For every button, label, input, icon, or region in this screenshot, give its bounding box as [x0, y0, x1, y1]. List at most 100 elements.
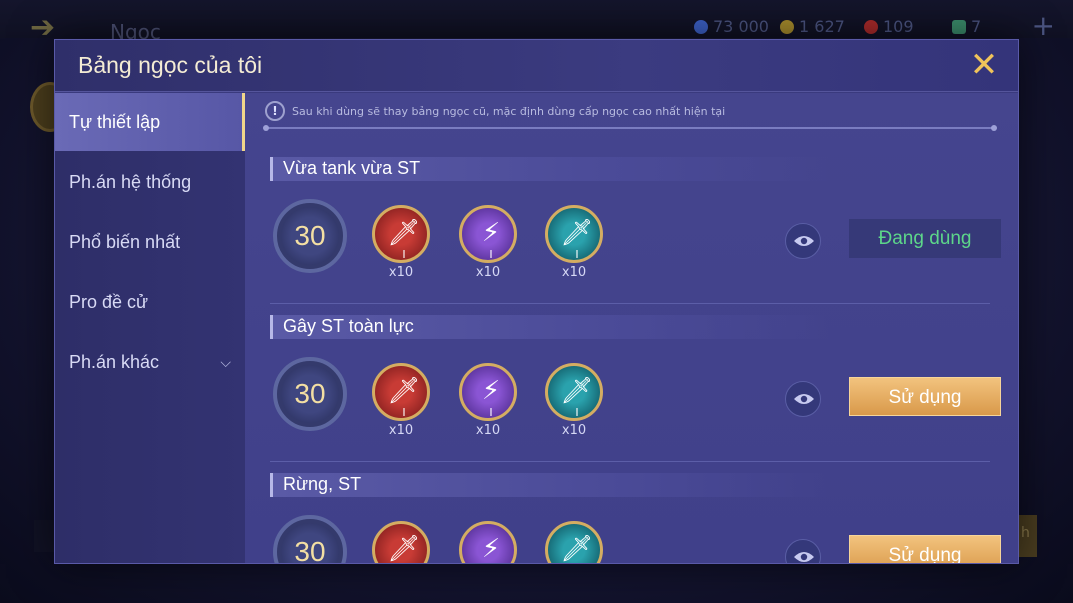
- level-number: 30: [294, 378, 326, 409]
- use-button[interactable]: Sử dụng: [849, 377, 1001, 416]
- level-badge: 30: [273, 199, 347, 273]
- rune-slot-red[interactable]: 🗡 I x10: [372, 521, 432, 564]
- sidebar-item-other[interactable]: Ph.án khác ⌵: [55, 333, 245, 391]
- preset-card: Gây ST toàn lực 30 🗡 I x10 ⚡ I x10 🗡 I x…: [245, 315, 1018, 473]
- sidebar-item-custom[interactable]: Tự thiết lập: [55, 93, 245, 151]
- level-badge: 30: [273, 357, 347, 431]
- background-left-button: [34, 520, 56, 552]
- lightning-rune-icon: ⚡: [481, 218, 501, 248]
- sidebar-item-label: Tự thiết lập: [69, 111, 161, 132]
- preset-title: Rừng, ST: [283, 474, 362, 494]
- close-icon[interactable]: ✕: [966, 48, 1002, 84]
- preset-title-bar: Vừa tank vừa ST: [270, 157, 830, 181]
- divider: [270, 461, 990, 462]
- preset-title: Vừa tank vừa ST: [283, 158, 421, 178]
- rune-slot-teal[interactable]: 🗡 I x10: [545, 363, 605, 439]
- rune-tier: I: [402, 248, 406, 261]
- rune-circle: 🗡 I: [372, 205, 430, 263]
- preset-card: Vừa tank vừa ST 30 🗡 I x10 ⚡ I x10 🗡 I x…: [245, 157, 1018, 315]
- rune-count: x10: [561, 423, 587, 438]
- divider: [270, 303, 990, 304]
- red-crystal-icon: [864, 19, 878, 34]
- rune-tier: I: [489, 248, 493, 261]
- gold-coin-icon: [780, 19, 794, 34]
- use-button[interactable]: Sử dụng: [849, 535, 1001, 563]
- rune-circle: 🗡 I: [372, 363, 430, 421]
- back-arrow-icon[interactable]: ➔: [30, 13, 90, 43]
- preset-card: Rừng, ST 30 🗡 I x10 ⚡ I x10: [245, 473, 1018, 564]
- sidebar-item-label: Pro đề cử: [69, 291, 149, 312]
- notice: ! Sau khi dùng sẽ thay bảng ngọc cũ, mặc…: [265, 101, 725, 121]
- divider: [263, 125, 997, 131]
- preset-list[interactable]: ! Sau khi dùng sẽ thay bảng ngọc cũ, mặc…: [245, 93, 1018, 564]
- chevron-down-icon: ⌵: [220, 353, 231, 370]
- currency-value: 7: [971, 17, 982, 36]
- rune-count: x10: [475, 265, 501, 280]
- sword-rune-icon: 🗡: [387, 534, 421, 564]
- sidebar-item-system[interactable]: Ph.án hệ thống: [55, 153, 245, 211]
- currency-value: 1 627: [799, 17, 845, 36]
- preset-title: Gây ST toàn lực: [283, 316, 414, 336]
- sword-rune-icon: 🗡: [560, 376, 594, 406]
- info-icon: !: [265, 101, 285, 121]
- rune-circle: 🗡 I: [545, 521, 603, 564]
- rune-circle: ⚡ I: [459, 521, 517, 564]
- rune-slot-teal[interactable]: 🗡 I x10: [545, 521, 605, 564]
- sword-rune-icon: 🗡: [387, 218, 421, 248]
- rune-slot-red[interactable]: 🗡 I x10: [372, 363, 432, 439]
- in-use-button[interactable]: Đang dùng: [849, 219, 1001, 258]
- currency-gold-coin: 1 627: [780, 17, 845, 36]
- preview-button[interactable]: [785, 539, 821, 563]
- sidebar: Tự thiết lập Ph.án hệ thống Phổ biến nhấ…: [55, 93, 245, 563]
- add-currency-button[interactable]: +: [1032, 12, 1055, 40]
- rune-tier: I: [402, 406, 406, 419]
- rune-tier: I: [489, 406, 493, 419]
- background-right-button: h: [1019, 515, 1037, 557]
- lightning-rune-icon: ⚡: [481, 534, 501, 564]
- eye-icon: [794, 236, 814, 246]
- sidebar-item-label: Ph.án hệ thống: [69, 171, 192, 192]
- sidebar-item-label: Phổ biến nhất: [69, 231, 181, 252]
- sidebar-item-popular[interactable]: Phổ biến nhất: [55, 213, 245, 271]
- notice-text: Sau khi dùng sẽ thay bảng ngọc cũ, mặc đ…: [292, 104, 726, 118]
- level-badge: 30: [273, 515, 347, 564]
- modal-title: Bảng ngọc của tôi: [78, 52, 263, 78]
- rune-slot-red[interactable]: 🗡 I x10: [372, 205, 432, 281]
- level-number: 30: [294, 536, 326, 564]
- green-card-icon: [952, 19, 966, 34]
- rune-count: x10: [388, 423, 414, 438]
- lightning-rune-icon: ⚡: [481, 376, 501, 406]
- preset-title-bar: Rừng, ST: [270, 473, 830, 497]
- preview-button[interactable]: [785, 381, 821, 417]
- blue-gem-icon: [694, 19, 708, 34]
- currency-value: 109: [883, 17, 914, 36]
- rune-slot-purple[interactable]: ⚡ I x10: [459, 521, 519, 564]
- rune-slot-purple[interactable]: ⚡ I x10: [459, 363, 519, 439]
- modal-header: Bảng ngọc của tôi ✕: [55, 40, 1018, 92]
- rune-circle: ⚡ I: [459, 205, 517, 263]
- eye-icon: [794, 552, 814, 562]
- sword-rune-icon: 🗡: [560, 534, 594, 564]
- rune-board-modal: Bảng ngọc của tôi ✕ Tự thiết lập Ph.án h…: [54, 39, 1019, 564]
- rune-circle: 🗡 I: [545, 205, 603, 263]
- rune-count: x10: [561, 265, 587, 280]
- sidebar-item-pro[interactable]: Pro đề cử: [55, 273, 245, 331]
- preset-title-bar: Gây ST toàn lực: [270, 315, 830, 339]
- rune-circle: 🗡 I: [545, 363, 603, 421]
- rune-tier: I: [575, 248, 579, 261]
- sidebar-item-label: Ph.án khác: [69, 351, 160, 372]
- level-number: 30: [294, 220, 326, 251]
- currency-red-crystal: 109: [864, 17, 914, 36]
- currency-green-card: 7: [952, 17, 981, 36]
- sword-rune-icon: 🗡: [560, 218, 594, 248]
- rune-count: x10: [475, 423, 501, 438]
- rune-tier: I: [575, 406, 579, 419]
- currency-value: 73 000: [713, 17, 769, 36]
- rune-slot-purple[interactable]: ⚡ I x10: [459, 205, 519, 281]
- rune-circle: 🗡 I: [372, 521, 430, 564]
- currency-blue-gem: 73 000: [694, 17, 769, 36]
- preview-button[interactable]: [785, 223, 821, 259]
- rune-slot-teal[interactable]: 🗡 I x10: [545, 205, 605, 281]
- rune-count: x10: [388, 265, 414, 280]
- rune-circle: ⚡ I: [459, 363, 517, 421]
